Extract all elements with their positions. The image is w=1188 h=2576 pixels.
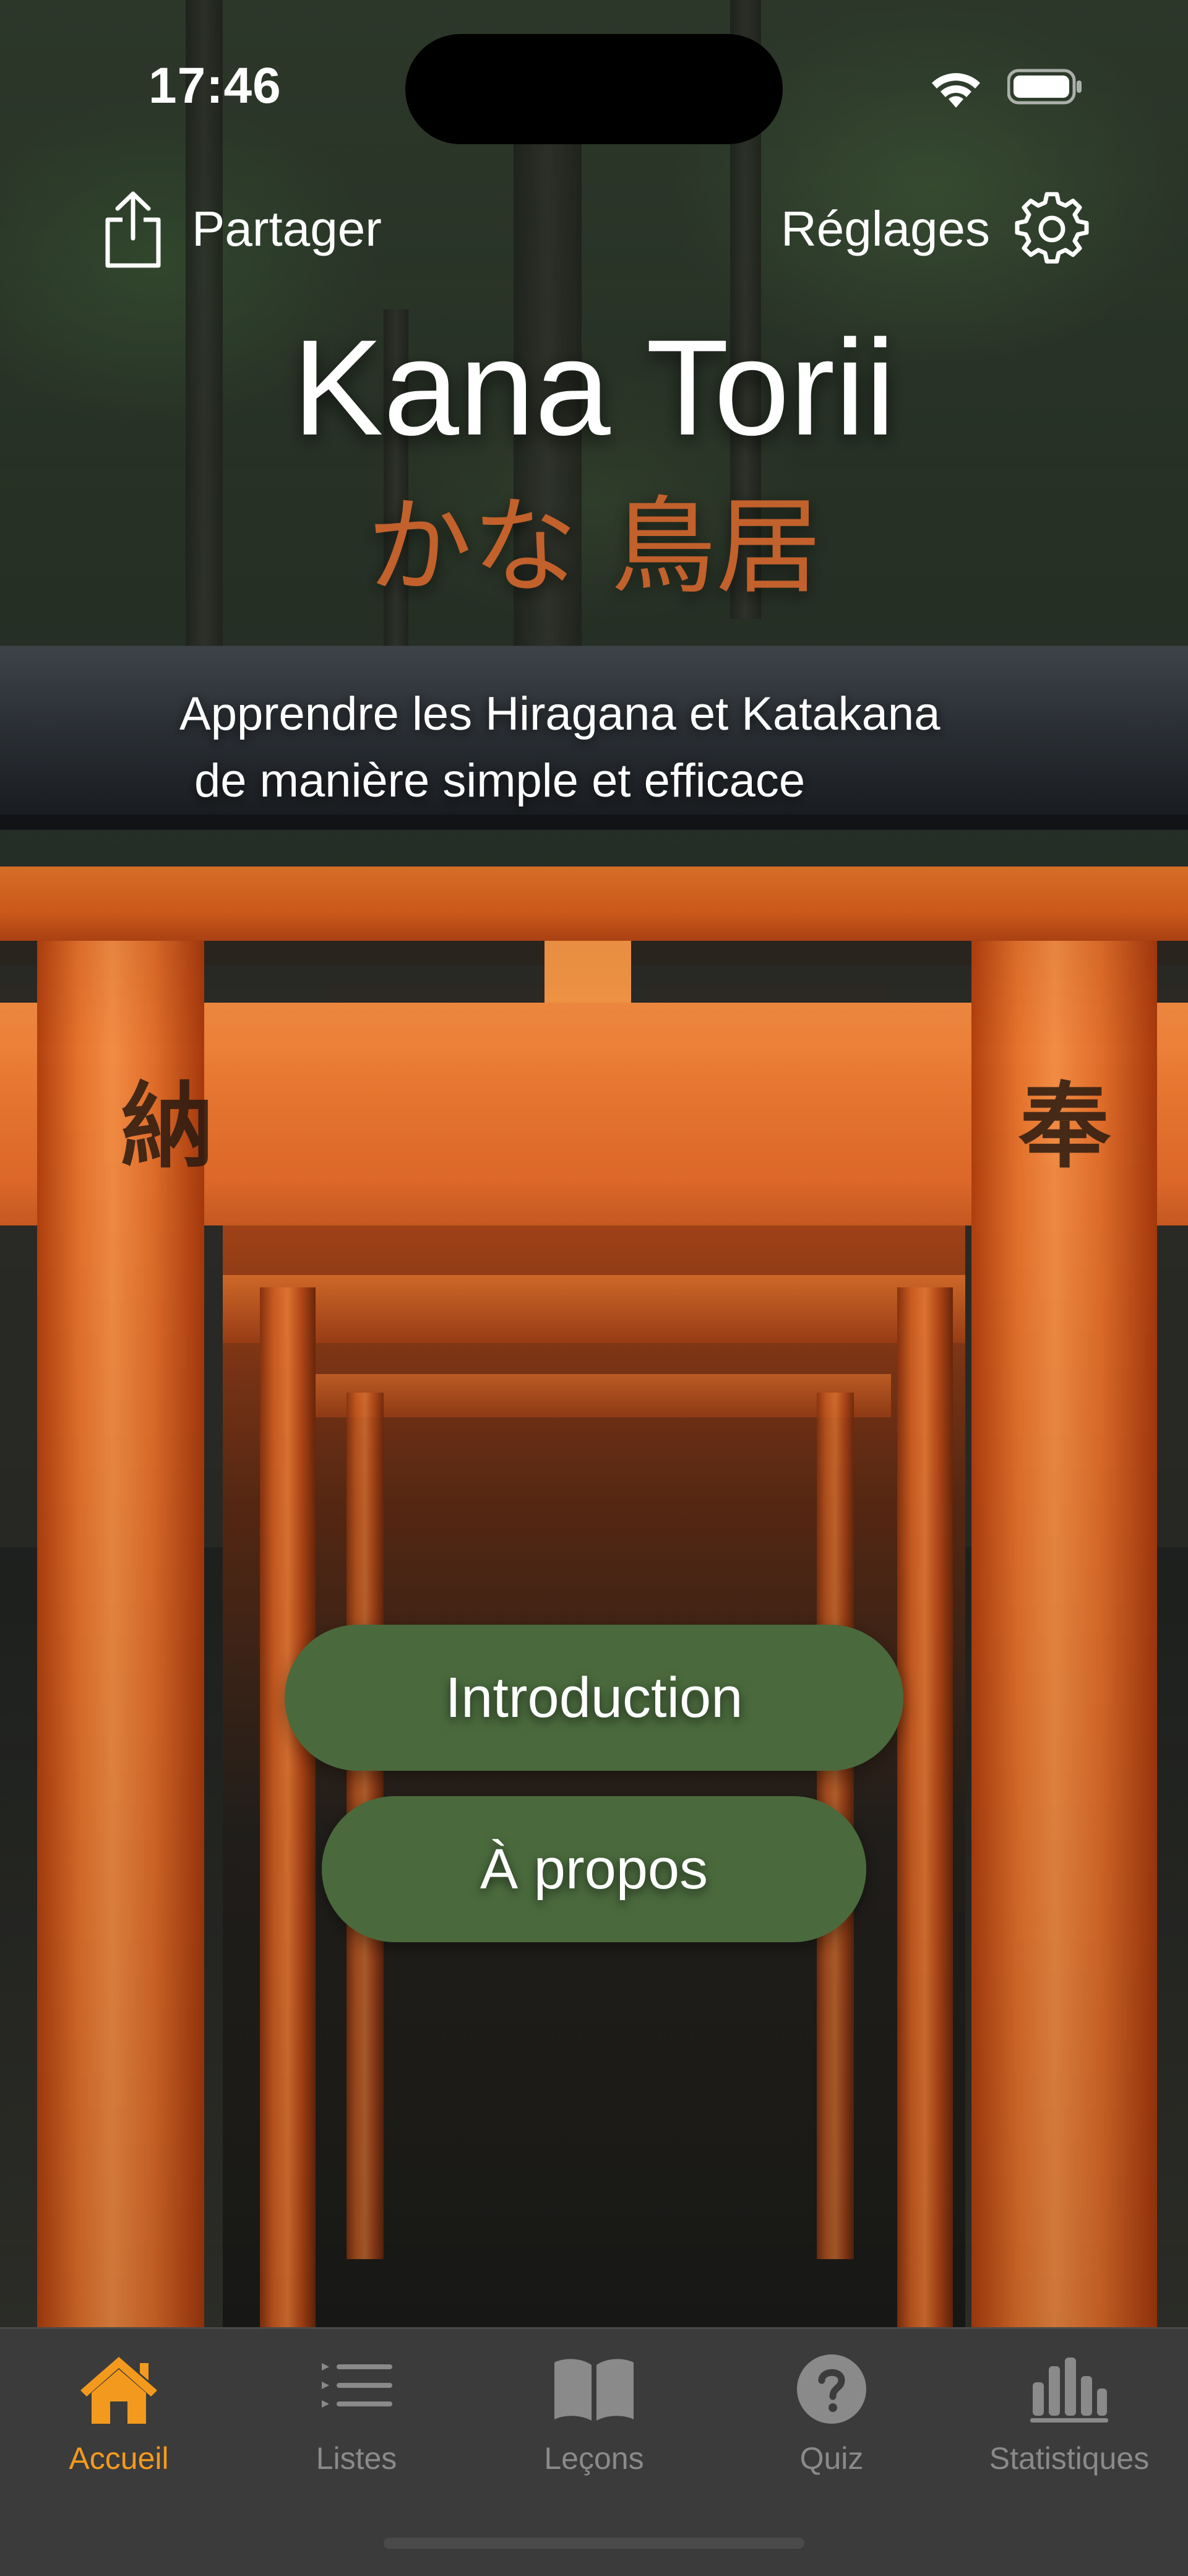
chart-icon	[1030, 2358, 1108, 2423]
home-indicator[interactable]	[384, 2538, 804, 2549]
about-button[interactable]: À propos	[322, 1796, 866, 1942]
tab-listes[interactable]: Listes	[238, 2329, 475, 2502]
tab-quiz[interactable]: Quiz	[713, 2329, 950, 2502]
tab-statistiques[interactable]: Statistiques	[950, 2329, 1188, 2502]
tagline-line-2: de manière simple et efficace	[194, 754, 806, 807]
tab-lecons[interactable]: Leçons	[475, 2329, 713, 2502]
app-subtitle-japanese: かな 鳥居	[366, 486, 822, 608]
tab-label: Leçons	[544, 2441, 644, 2476]
battery-icon	[1007, 69, 1082, 105]
gear-icon	[1015, 192, 1089, 264]
share-label: Partager	[192, 201, 382, 256]
question-icon	[797, 2354, 866, 2424]
tab-label: Statistiques	[989, 2441, 1150, 2476]
introduction-button[interactable]: Introduction	[285, 1625, 903, 1771]
book-icon	[554, 2359, 634, 2421]
settings-label: Réglages	[780, 201, 990, 256]
tab-label: Quiz	[799, 2441, 864, 2476]
settings-button[interactable]: Réglages	[781, 186, 1089, 272]
app-title: Kana Torii	[292, 311, 896, 464]
dynamic-island	[405, 34, 783, 144]
tab-accueil[interactable]: Accueil	[0, 2329, 238, 2502]
share-button[interactable]: Partager	[99, 186, 382, 272]
tagline: Apprendre les Hiragana et Katakana de ma…	[179, 681, 1108, 815]
tagline-line-1: Apprendre les Hiragana et Katakana	[179, 688, 940, 740]
tab-label: Listes	[316, 2441, 397, 2476]
tab-label: Accueil	[69, 2441, 169, 2476]
list-icon	[322, 2363, 392, 2408]
status-time: 17:46	[148, 58, 282, 114]
wifi-icon	[932, 73, 980, 108]
share-icon	[105, 191, 161, 268]
house-icon	[80, 2357, 157, 2424]
